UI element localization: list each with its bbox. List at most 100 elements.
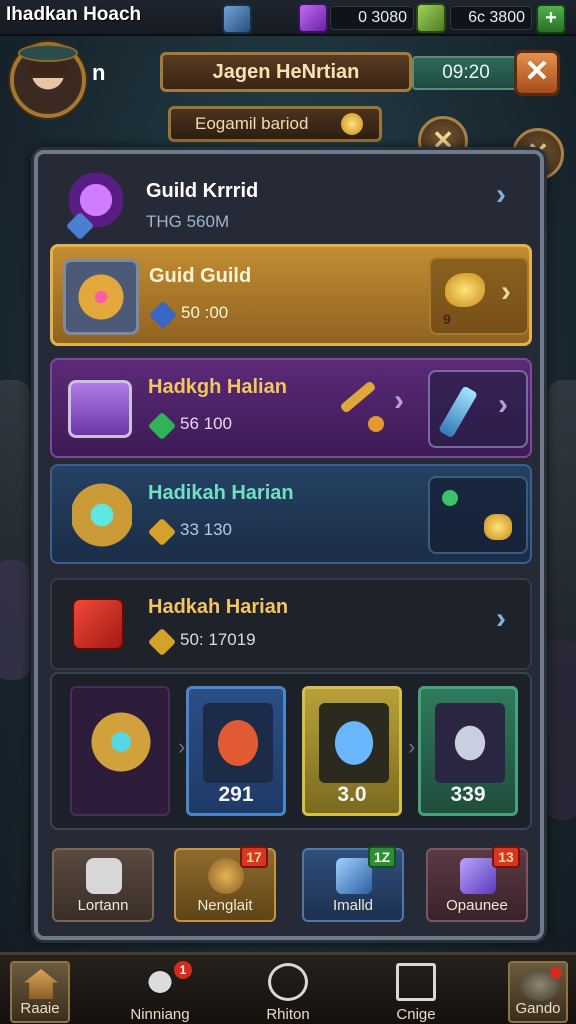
row-subtitle: THG 560M bbox=[146, 212, 230, 231]
action-button-2[interactable]: 17 Nenglait bbox=[174, 846, 276, 922]
row-subtitle: 56 100 bbox=[180, 414, 232, 433]
action-button-3[interactable]: 1Z Imalld bbox=[302, 846, 404, 922]
reward-card-2[interactable]: 291 bbox=[186, 686, 286, 816]
action-button-4[interactable]: 13 Opaunee bbox=[426, 846, 528, 922]
blue-gem-icon bbox=[148, 300, 178, 330]
red-leaf-icon bbox=[203, 703, 273, 783]
guild-row-2[interactable]: Guid Guild 50 :00 9 › bbox=[50, 244, 532, 346]
bronze-gear-icon bbox=[208, 858, 244, 894]
row-title: Hadkah Harian bbox=[148, 596, 289, 618]
blue-sword-icon bbox=[336, 858, 372, 894]
chevron-right-icon: › bbox=[498, 388, 508, 421]
reward-preview-box[interactable] bbox=[428, 476, 528, 554]
notification-dot bbox=[550, 967, 562, 979]
guild-panel: Guild Krrrid THG 560M › Guid Guild 50 :0… bbox=[34, 150, 544, 940]
nav-label: Raaie bbox=[20, 1000, 60, 1017]
guild-row-1[interactable]: Guild Krrrid THG 560M › bbox=[50, 160, 532, 241]
nav-label: Ninniang bbox=[130, 1006, 190, 1023]
nav-label: Rhiton bbox=[266, 1006, 310, 1023]
background-pillar-right bbox=[548, 380, 576, 660]
grid-icon bbox=[396, 963, 436, 1001]
notification-badge: 1Z bbox=[368, 846, 396, 868]
reward-value: 339 bbox=[450, 783, 486, 806]
player-name-banner: Jagen HeNrtian bbox=[160, 52, 412, 92]
notification-badge: 13 bbox=[492, 846, 520, 868]
action-label: Nenglait bbox=[197, 897, 253, 914]
guild-row-5[interactable]: Hadkah Harian 50: 17019 › bbox=[50, 578, 532, 670]
clover-icon bbox=[368, 416, 384, 432]
blue-shield-icon bbox=[319, 703, 389, 783]
golden-emblem-icon bbox=[63, 259, 139, 335]
gold-coin-icon bbox=[341, 113, 363, 135]
currency-purple-amount: 0 3080 bbox=[330, 6, 414, 30]
background-rock-left bbox=[0, 560, 30, 680]
status-bar: Ihadkan Hoach 0 3080 6c 3800 + bbox=[0, 0, 576, 36]
chevron-right-icon: › bbox=[501, 275, 511, 308]
game-title: Ihadkan Hoach bbox=[6, 4, 142, 25]
event-timer: 09:20 bbox=[412, 56, 520, 90]
chevron-right-icon: › bbox=[496, 602, 506, 635]
plus-icon: + bbox=[545, 7, 557, 29]
ice-sword-icon bbox=[438, 385, 478, 439]
chevron-right-icon: › bbox=[496, 178, 506, 211]
row-title: Hadkgh Halian bbox=[148, 376, 287, 398]
nav-item-guild[interactable]: Gando bbox=[508, 961, 568, 1023]
gold-gem-icon bbox=[147, 517, 177, 547]
currency-green-amount: 6c 3800 bbox=[450, 6, 532, 30]
gold-nugget-icon bbox=[484, 514, 512, 540]
row-title: Hadikah Harian bbox=[148, 482, 294, 504]
player-avatar[interactable] bbox=[10, 42, 86, 118]
notification-badge: 17 bbox=[240, 846, 268, 868]
nav-item-home[interactable]: Raaie bbox=[10, 961, 70, 1023]
gold-nugget-icon bbox=[445, 273, 485, 307]
add-currency-button[interactable]: + bbox=[536, 4, 566, 34]
reward-preview-box[interactable]: 9 › bbox=[429, 257, 529, 335]
background-rock-right bbox=[546, 640, 576, 820]
purple-chest-icon bbox=[68, 380, 132, 438]
reward-preview-box[interactable]: › bbox=[428, 370, 528, 448]
teal-gem-shield-icon bbox=[72, 482, 132, 548]
arrow-icon bbox=[339, 380, 377, 414]
green-clover-icon bbox=[442, 490, 458, 506]
reward-card-3[interactable]: 3.0 bbox=[302, 686, 402, 816]
reward-count: 9 bbox=[443, 311, 451, 327]
reward-strip: › 291 3.0 › 339 bbox=[50, 672, 532, 830]
row-subtitle: 50: 17019 bbox=[180, 630, 256, 649]
arrow-separator-icon: › bbox=[408, 734, 416, 759]
nav-label: Gando bbox=[515, 1000, 561, 1017]
guild-row-3[interactable]: Hadkgh Halian 56 100 › › bbox=[50, 358, 532, 458]
reward-value: 291 bbox=[218, 783, 254, 806]
sub-banner: Eogamil bariod bbox=[168, 106, 382, 142]
reward-card-1[interactable] bbox=[70, 686, 170, 816]
row-title: Guild Krrrid bbox=[146, 180, 259, 202]
reward-card-4[interactable]: 339 bbox=[418, 686, 518, 816]
green-gem-icon bbox=[147, 411, 177, 441]
purple-gem-icon bbox=[298, 3, 328, 33]
nav-item-grid[interactable]: Cnige bbox=[376, 955, 456, 1024]
action-label: Lortann bbox=[77, 897, 129, 914]
row-subtitle: 33 130 bbox=[180, 520, 232, 539]
arrow-separator-icon: › bbox=[178, 734, 186, 759]
nav-item-battle[interactable]: Rhiton bbox=[248, 955, 328, 1024]
bottom-nav: Raaie 1 Ninniang Rhiton Cnige Gando bbox=[0, 952, 576, 1024]
nav-item-monster[interactable]: 1 Ninniang bbox=[120, 955, 200, 1024]
reward-value: 3.0 bbox=[337, 783, 367, 806]
close-button[interactable]: ✕ bbox=[514, 50, 560, 96]
action-button-1[interactable]: Lortann bbox=[52, 848, 154, 922]
notification-badge: 1 bbox=[174, 961, 192, 979]
compass-icon bbox=[268, 963, 308, 1001]
action-label: Imalld bbox=[332, 897, 373, 914]
dice-icon bbox=[86, 858, 122, 894]
row-subtitle: 50 :00 bbox=[181, 303, 229, 322]
action-label: Opaunee bbox=[446, 897, 508, 914]
blue-cube-icon bbox=[222, 4, 252, 34]
guild-row-4[interactable]: Hadikah Harian 33 130 bbox=[50, 464, 532, 564]
close-icon: ✕ bbox=[524, 55, 550, 88]
golden-crossbow-icon bbox=[86, 702, 156, 782]
home-icon bbox=[24, 969, 58, 999]
green-gem-icon bbox=[416, 3, 446, 33]
silver-dagger-icon bbox=[435, 703, 505, 783]
chevron-right-icon: › bbox=[394, 384, 404, 417]
avatar-hat bbox=[18, 44, 78, 62]
purple-gem-icon bbox=[460, 858, 496, 894]
